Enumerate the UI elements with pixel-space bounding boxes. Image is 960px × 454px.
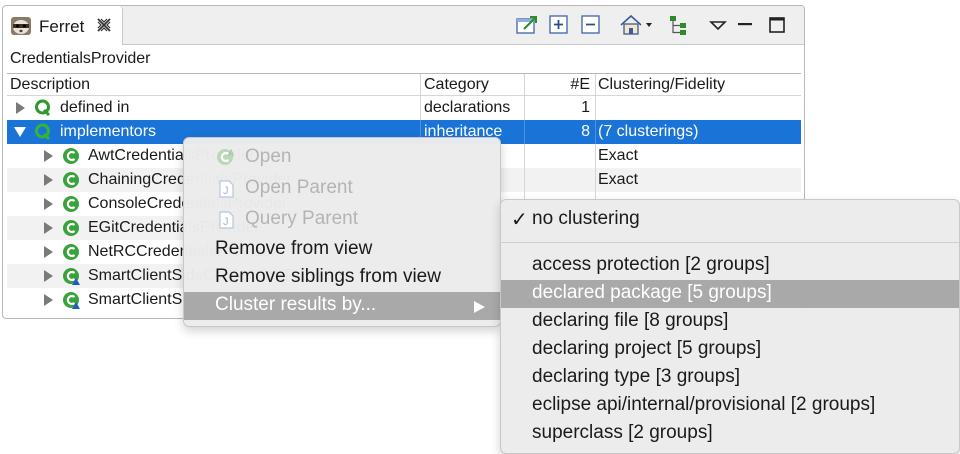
menu-item-cluster-results[interactable]: Cluster results by... — [184, 292, 500, 320]
tab-ferret[interactable]: Ferret — [3, 6, 123, 45]
cluster-submenu: ✓ no clustering access protection [2 gro… — [500, 199, 960, 454]
close-icon[interactable] — [95, 16, 113, 34]
column-clustering[interactable]: Clustering/Fidelity — [596, 74, 801, 95]
class-icon — [62, 195, 80, 213]
submenu-item-no-clustering[interactable]: ✓ no clustering — [501, 206, 959, 234]
ferret-icon — [10, 16, 32, 36]
expand-arrow-icon[interactable] — [44, 198, 53, 210]
column-category[interactable]: Category — [421, 74, 525, 95]
expand-arrow-icon[interactable] — [44, 174, 53, 186]
menu-item-query-parent[interactable]: J Query Parent — [184, 206, 500, 234]
row-clustering: Exact — [598, 171, 639, 188]
submenu-item[interactable]: declaring type [3 groups] — [501, 364, 959, 392]
context-menu: A Open J Open Parent J Query Parent Remo… — [183, 137, 501, 327]
row-count: 1 — [525, 96, 596, 120]
class-icon — [62, 243, 80, 261]
row-description: implementors — [60, 123, 157, 140]
view-menu-icon[interactable] — [706, 14, 730, 36]
submenu-item[interactable]: declaring file [8 groups] — [501, 308, 959, 336]
submenu-item[interactable]: access protection [2 groups] — [501, 252, 959, 280]
expand-arrow-icon[interactable] — [44, 246, 53, 258]
svg-text:J: J — [223, 185, 229, 197]
column-count[interactable]: #E — [525, 74, 596, 95]
menu-item-remove-from-view[interactable]: Remove from view — [184, 236, 500, 264]
submenu-item-highlighted[interactable]: declared package [5 groups] — [501, 280, 959, 308]
abstract-class-icon — [62, 291, 80, 309]
open-in-editor-icon[interactable] — [515, 14, 539, 36]
table-row[interactable]: defined in declarations 1 — [7, 96, 801, 120]
separator — [501, 242, 959, 243]
table-header: Description Category #E Clustering/Fidel… — [7, 74, 801, 96]
checkmark-icon: ✓ — [511, 209, 528, 231]
submenu-item[interactable]: declaring project [5 groups] — [501, 336, 959, 364]
column-description[interactable]: Description — [7, 74, 421, 95]
open-icon: A — [216, 147, 234, 165]
menu-item-open-parent[interactable]: J Open Parent — [184, 175, 500, 203]
class-icon — [62, 171, 80, 189]
expand-arrow-icon[interactable] — [44, 222, 53, 234]
expand-all-icon[interactable] — [547, 14, 571, 36]
expand-arrow-icon[interactable] — [44, 150, 53, 162]
row-clustering: Exact — [598, 147, 639, 164]
java-file-icon: J — [217, 211, 235, 229]
abstract-class-icon — [62, 267, 80, 285]
view-title: CredentialsProvider — [10, 50, 151, 67]
query-icon — [34, 123, 52, 141]
expand-arrow-icon[interactable] — [44, 270, 53, 282]
submenu-item[interactable]: superclass [2 groups] — [501, 420, 959, 448]
query-icon — [34, 99, 52, 117]
row-category: declarations — [421, 96, 525, 120]
svg-text:A: A — [228, 148, 234, 158]
svg-text:J: J — [223, 216, 229, 228]
home-icon[interactable] — [619, 14, 653, 36]
row-description: defined in — [60, 99, 130, 116]
menu-item-remove-siblings[interactable]: Remove siblings from view — [184, 264, 500, 292]
row-clustering — [596, 96, 801, 120]
submenu-arrow-icon — [474, 301, 485, 313]
menu-item-open[interactable]: A Open — [184, 144, 500, 172]
row-clustering: (7 clusterings) — [598, 123, 699, 140]
class-icon — [62, 219, 80, 237]
hierarchy-icon[interactable] — [667, 14, 691, 36]
minimize-icon[interactable] — [733, 14, 757, 36]
row-count: 8 — [525, 120, 596, 144]
tab-title: Ferret — [39, 17, 85, 36]
collapse-all-icon[interactable] — [579, 14, 603, 36]
java-file-icon: J — [217, 180, 235, 198]
expand-arrow-icon[interactable] — [16, 102, 25, 114]
tab-bar: Ferret — [3, 6, 804, 45]
collapse-arrow-icon[interactable] — [14, 127, 26, 137]
maximize-icon[interactable] — [765, 14, 789, 36]
class-icon — [62, 147, 80, 165]
submenu-item[interactable]: eclipse api/internal/provisional [2 grou… — [501, 392, 959, 420]
expand-arrow-icon[interactable] — [44, 294, 53, 306]
